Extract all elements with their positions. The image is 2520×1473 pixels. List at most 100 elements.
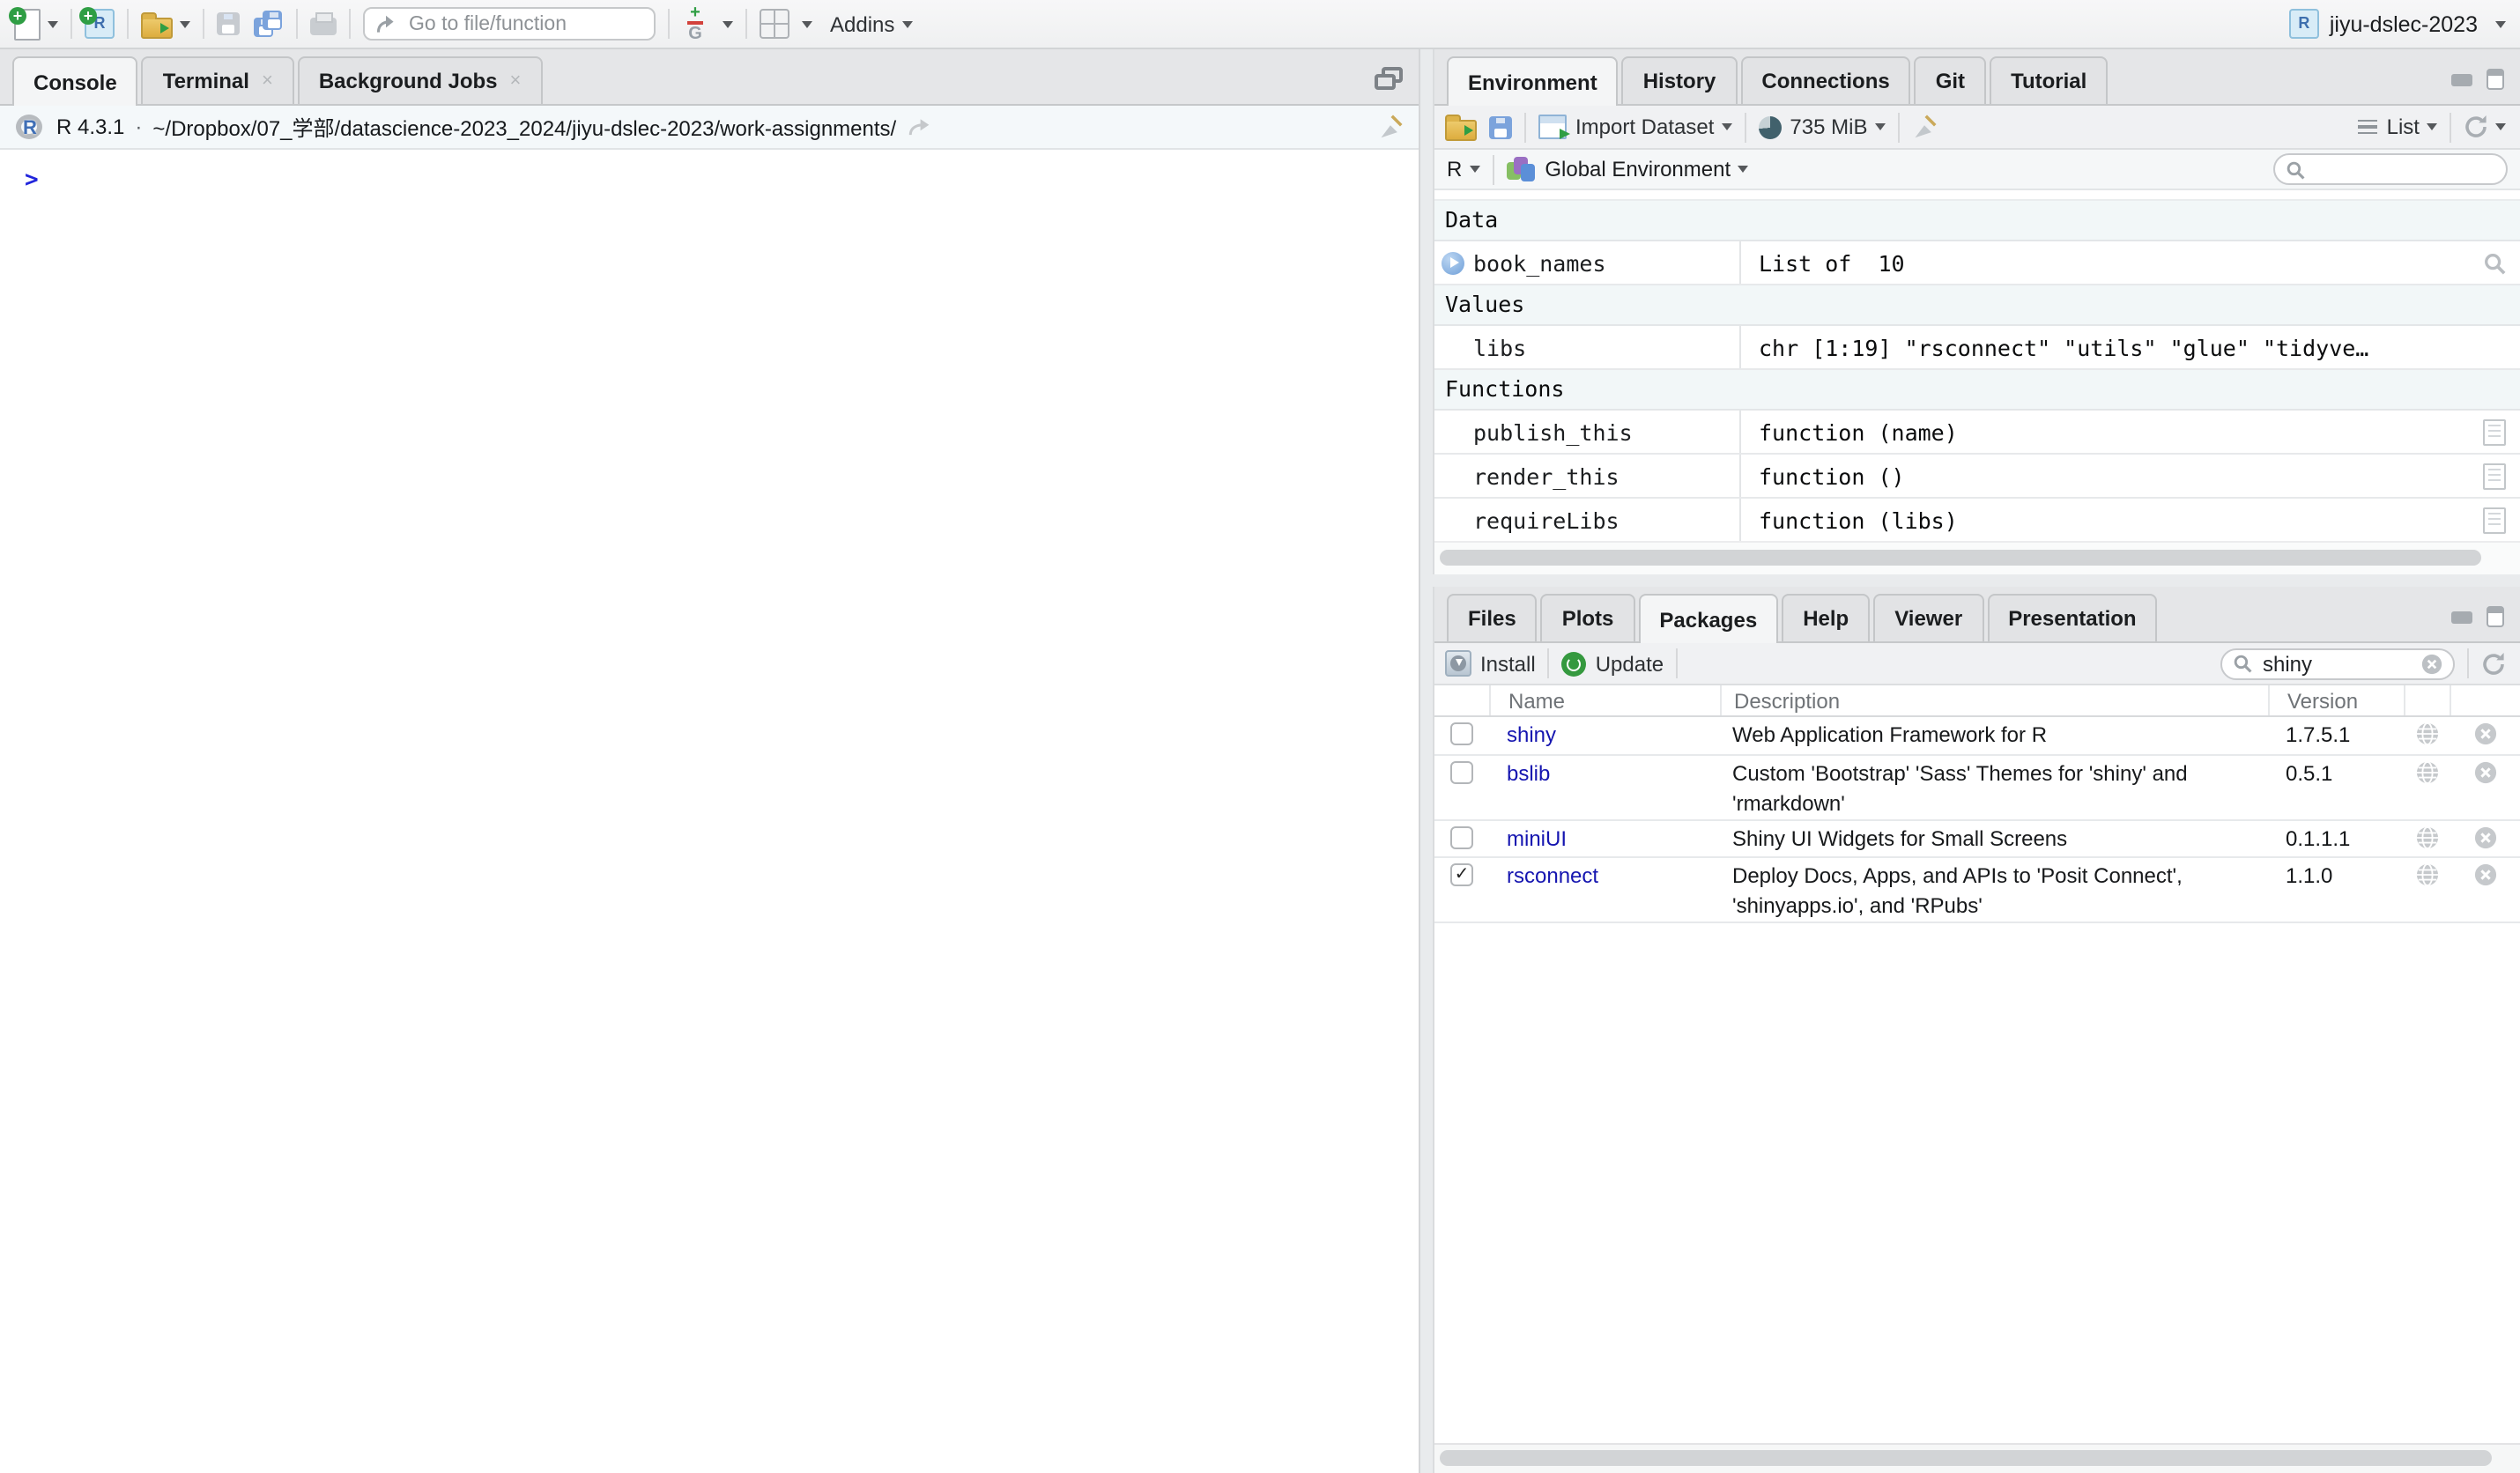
description-column-header[interactable]: Description (1720, 685, 2268, 715)
new-project-button[interactable]: R+ (85, 9, 115, 39)
expand-icon[interactable] (1442, 251, 1464, 274)
browse-package-icon[interactable] (2415, 722, 2438, 745)
view-object-icon[interactable] (2482, 251, 2505, 274)
version-column-header[interactable]: Version (2268, 685, 2404, 715)
maximize-pane-icon[interactable] (2487, 69, 2504, 90)
view-function-icon[interactable] (2482, 418, 2505, 445)
clear-environment-button[interactable] (1911, 115, 1936, 139)
update-icon (1562, 651, 1587, 676)
tab-terminal[interactable]: Terminal × (142, 56, 294, 104)
toolbar-separator (668, 9, 670, 39)
scrollbar-thumb[interactable] (1440, 1450, 2492, 1466)
project-selector[interactable]: R jiyu-dslec-2023 (2289, 9, 2506, 39)
env-row-render-this[interactable]: render_this function () (1434, 455, 2520, 499)
language-selector[interactable]: R (1447, 157, 1479, 181)
browse-package-icon[interactable] (2415, 863, 2438, 886)
package-name-link[interactable]: rsconnect (1489, 862, 1720, 888)
tab-connections[interactable]: Connections (1740, 56, 1910, 104)
console-output[interactable]: > (0, 150, 1419, 1473)
object-name: libs (1473, 334, 1526, 360)
tab-help[interactable]: Help (1782, 594, 1870, 641)
panes-grid-icon (760, 9, 789, 39)
list-view-button[interactable]: List (2359, 115, 2437, 139)
save-button[interactable] (217, 12, 240, 35)
package-checkbox[interactable] (1450, 826, 1473, 849)
print-button[interactable] (310, 12, 337, 35)
tab-viewer[interactable]: Viewer (1873, 594, 1983, 641)
save-all-button[interactable] (254, 10, 284, 38)
install-button[interactable]: Install (1445, 650, 1536, 677)
goto-file-search[interactable] (363, 7, 656, 41)
env-row-libs[interactable]: libs chr [1:19] "rsconnect" "utils" "glu… (1434, 326, 2520, 370)
clear-search-icon[interactable] (2421, 653, 2442, 674)
scope-selector[interactable]: Global Environment (1506, 156, 1748, 182)
update-button[interactable]: Update (1562, 651, 1664, 676)
tab-background-jobs[interactable]: Background Jobs × (298, 56, 543, 104)
new-file-button[interactable]: + (14, 8, 58, 40)
browse-column-header (2404, 685, 2450, 715)
refresh-environment-button[interactable] (2464, 115, 2506, 139)
table-row-shiny: shiny Web Application Framework for R 1.… (1434, 717, 2520, 756)
save-workspace-icon[interactable] (1489, 115, 1512, 138)
tab-packages[interactable]: Packages (1638, 594, 1778, 643)
minimize-pane-icon[interactable] (2451, 73, 2472, 85)
r-version-label: R 4.3.1 (56, 115, 124, 139)
package-checkbox[interactable]: ✓ (1450, 863, 1473, 886)
object-name: render_this (1473, 463, 1619, 489)
tab-presentation[interactable]: Presentation (1987, 594, 2157, 641)
object-name[interactable]: book_names (1473, 249, 1606, 276)
tab-git[interactable]: Git (1915, 56, 1986, 104)
maximize-pane-icon[interactable] (2487, 606, 2504, 627)
load-workspace-icon[interactable] (1445, 120, 1477, 141)
memory-usage-button[interactable]: 735 MiB (1758, 115, 1885, 139)
package-name-link[interactable]: miniUI (1489, 825, 1720, 851)
r-logo-icon: R (16, 114, 46, 140)
tab-console[interactable]: Console (12, 56, 138, 106)
remove-package-icon[interactable] (2474, 826, 2497, 849)
refresh-packages-button[interactable] (2481, 651, 2506, 676)
packages-search[interactable] (2220, 648, 2455, 679)
package-checkbox[interactable] (1450, 722, 1473, 745)
tab-tutorial[interactable]: Tutorial (1990, 56, 2108, 104)
toolbar-separator (349, 9, 351, 39)
maximize-pane-icon[interactable] (1375, 67, 1403, 90)
tab-history[interactable]: History (1622, 56, 1738, 104)
package-name-link[interactable]: shiny (1489, 721, 1720, 747)
remove-package-icon[interactable] (2474, 722, 2497, 745)
package-name-link[interactable]: bslib (1489, 759, 1720, 786)
package-description: Deploy Docs, Apps, and APIs to 'Posit Co… (1732, 862, 2212, 922)
global-environment-icon (1506, 156, 1536, 182)
chevron-down-icon (2427, 123, 2437, 130)
object-name: requireLibs (1473, 507, 1619, 533)
version-control-button[interactable]: +G (682, 6, 733, 41)
name-column-header[interactable]: Name (1489, 685, 1720, 715)
browse-package-icon[interactable] (2415, 761, 2438, 784)
import-dataset-button[interactable]: Import Dataset (1538, 115, 1731, 139)
package-checkbox[interactable] (1450, 761, 1473, 784)
tab-environment[interactable]: Environment (1447, 56, 1619, 106)
minimize-pane-icon[interactable] (2451, 611, 2472, 623)
addins-button[interactable]: Addins (830, 11, 912, 36)
close-icon[interactable]: × (262, 71, 273, 91)
browse-package-icon[interactable] (2415, 826, 2438, 849)
env-row-publish-this[interactable]: publish_this function (name) (1434, 411, 2520, 455)
view-function-icon[interactable] (2482, 463, 2505, 489)
clear-console-button[interactable] (1378, 115, 1403, 139)
share-arrow-icon[interactable] (907, 117, 930, 137)
remove-package-icon[interactable] (2474, 761, 2497, 784)
view-function-icon[interactable] (2482, 507, 2505, 533)
packages-search-input[interactable] (2259, 649, 2414, 677)
environment-search[interactable] (2273, 153, 2508, 185)
env-row-requirelibs[interactable]: requireLibs function (libs) (1434, 499, 2520, 541)
env-row-book-names[interactable]: book_names List of 10 (1434, 241, 2520, 285)
tab-files[interactable]: Files (1447, 594, 1538, 641)
environment-search-input[interactable] (2312, 155, 2467, 183)
workspace-panes-button[interactable] (760, 9, 812, 39)
toolbar-separator (203, 9, 204, 39)
goto-file-input[interactable] (405, 11, 641, 36)
remove-package-icon[interactable] (2474, 863, 2497, 886)
close-icon[interactable]: × (510, 71, 522, 91)
scrollbar-thumb[interactable] (1440, 550, 2481, 566)
tab-plots[interactable]: Plots (1541, 594, 1635, 641)
open-file-button[interactable] (141, 10, 190, 38)
